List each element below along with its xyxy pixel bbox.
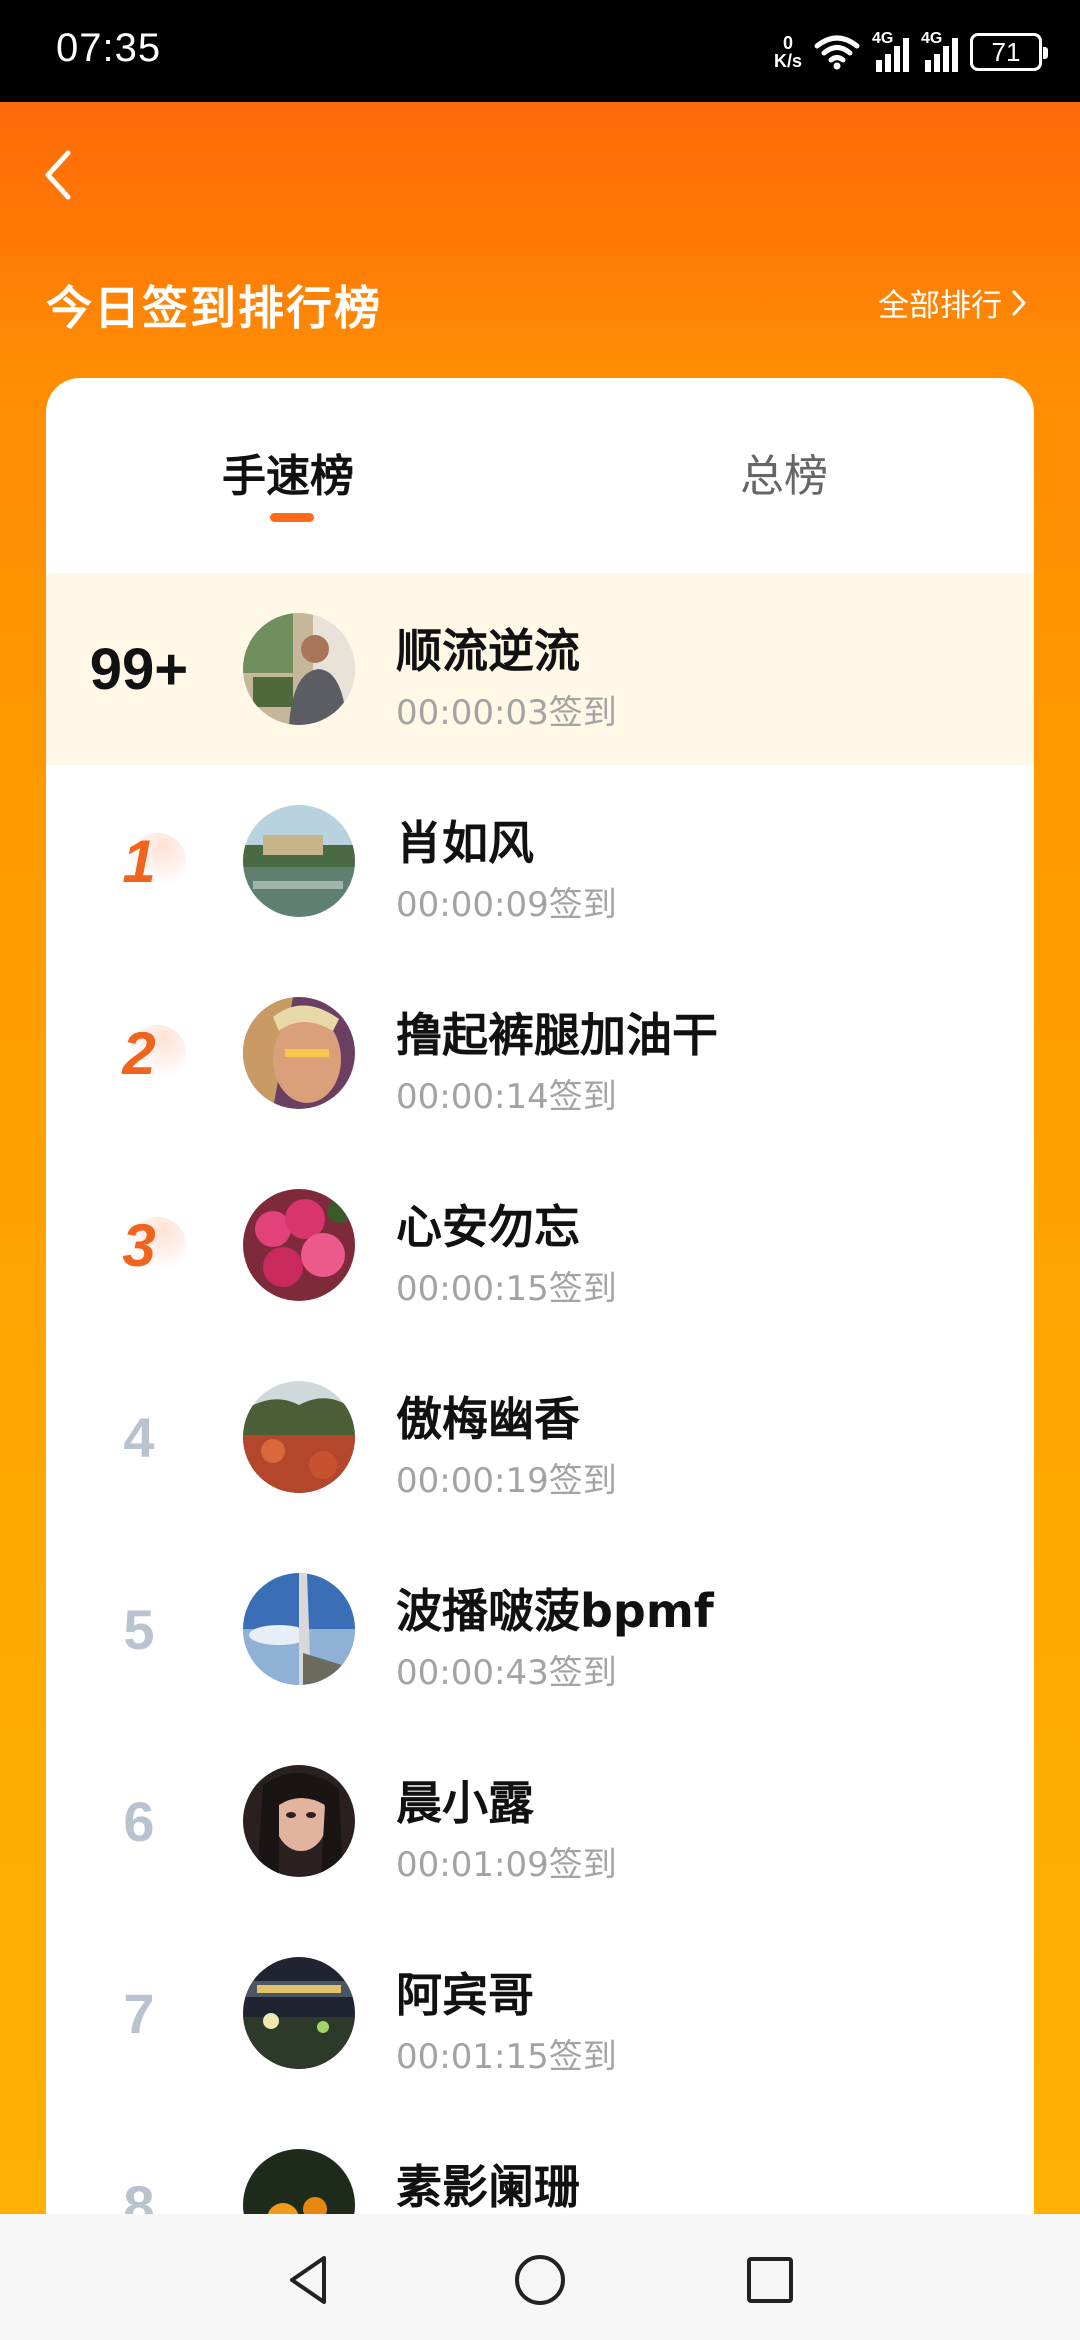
checkin-time: 00:00:19签到 — [396, 1461, 617, 1501]
avatar[interactable] — [243, 1189, 355, 1301]
user-name: 晨小露 — [396, 1776, 534, 1830]
signal-icon: 4G — [872, 30, 909, 72]
avatar[interactable] — [243, 805, 355, 917]
ranking-card: 手速榜 总榜 99+ 顺流逆流 00:00:03签到 1 肖如风 00:00:0… — [46, 378, 1034, 2214]
user-name: 肖如风 — [396, 816, 534, 870]
all-rank-label: 全部排行 — [878, 288, 1002, 324]
rank-number: 4 — [123, 1405, 155, 1469]
my-rank-row[interactable]: 99+ 顺流逆流 00:00:03签到 — [46, 573, 1034, 765]
user-name: 心安勿忘 — [396, 1200, 580, 1254]
rank-number: 2 — [46, 957, 232, 1149]
wifi-icon — [814, 35, 860, 70]
rank-number: 5 — [123, 1597, 155, 1661]
tab-active-indicator — [270, 513, 314, 522]
rank-row[interactable]: 2 撸起裤腿加油干 00:00:14签到 — [46, 957, 1034, 1149]
avatar[interactable] — [243, 1381, 355, 1493]
avatar[interactable] — [243, 1765, 355, 1877]
rank-row[interactable]: 5 波播啵菠bpmf 00:00:43签到 — [46, 1533, 1034, 1725]
square-recents-icon[interactable] — [740, 2250, 800, 2310]
battery-level: 71 — [991, 36, 1021, 67]
avatar[interactable] — [243, 1573, 355, 1685]
rank-row[interactable]: 3 心安勿忘 00:00:15签到 — [46, 1149, 1034, 1341]
user-name: 傲梅幽香 — [396, 1392, 580, 1446]
circle-home-icon[interactable] — [510, 2250, 570, 2310]
rank-number: 1 — [46, 765, 232, 957]
system-nav-bar — [0, 2214, 1080, 2340]
triangle-back-icon[interactable] — [280, 2250, 340, 2310]
tab-bar: 手速榜 总榜 — [46, 378, 1034, 573]
tab-speed-ranking[interactable]: 手速榜 — [222, 440, 354, 504]
rank-number-text: 1 — [122, 827, 156, 895]
checkin-time: 00:00:14签到 — [396, 1077, 617, 1117]
tab-total-ranking[interactable]: 总榜 — [740, 440, 828, 504]
rank-row[interactable]: 6 晨小露 00:01:09签到 — [46, 1725, 1034, 1917]
status-time: 07:35 — [56, 26, 162, 70]
chevron-right-icon — [1012, 290, 1026, 315]
rank-row[interactable]: 7 阿宾哥 00:01:15签到 — [46, 1917, 1034, 2109]
rank-number: 7 — [123, 1981, 155, 2045]
avatar[interactable] — [243, 613, 355, 725]
checkin-time: 00:00:43签到 — [396, 1653, 617, 1693]
user-name: 顺流逆流 — [396, 624, 580, 678]
net-speed-value: 0 — [782, 33, 793, 53]
checkin-time: 00:01:09签到 — [396, 1845, 617, 1885]
status-bar: 07:35 0 K/s 4G 4G 71 — [0, 0, 1080, 102]
checkin-time: 00:00:03签到 — [396, 693, 617, 733]
section-title: 今日签到排行榜 — [46, 281, 382, 335]
signal-1-label: 4G — [872, 30, 894, 47]
rank-number: 6 — [123, 1789, 155, 1853]
avatar[interactable] — [243, 1957, 355, 2069]
chevron-left-icon[interactable] — [38, 145, 78, 205]
signal-icon: 4G — [921, 30, 958, 72]
rank-row[interactable]: 8 素影阑珊 — [46, 2109, 1034, 2214]
all-rank-link[interactable]: 全部排行 — [878, 280, 1028, 325]
user-name: 波播啵菠bpmf — [396, 1584, 714, 1638]
user-name: 素影阑珊 — [396, 2160, 580, 2214]
avatar[interactable] — [243, 997, 355, 1109]
user-name: 撸起裤腿加油干 — [396, 1008, 718, 1062]
battery-icon: 71 — [970, 33, 1048, 71]
signal-2-label: 4G — [921, 30, 943, 47]
status-icons: 0 K/s 4G 4G 71 — [774, 24, 1048, 80]
rank-number: 8 — [123, 2173, 155, 2215]
rank-row[interactable]: 1 肖如风 00:00:09签到 — [46, 765, 1034, 957]
avatar[interactable] — [243, 2149, 355, 2214]
rank-number: 3 — [46, 1149, 232, 1341]
checkin-time: 00:00:09签到 — [396, 885, 617, 925]
rank-number-text: 2 — [122, 1019, 156, 1087]
checkin-time: 00:01:15签到 — [396, 2037, 617, 2077]
net-speed: 0 K/s — [774, 34, 802, 70]
net-speed-unit: K/s — [773, 51, 802, 71]
checkin-time: 00:00:15签到 — [396, 1269, 617, 1309]
rank-row[interactable]: 4 傲梅幽香 00:00:19签到 — [46, 1341, 1034, 1533]
rank-number: 99+ — [89, 636, 189, 702]
user-name: 阿宾哥 — [396, 1968, 534, 2022]
ranking-list: 99+ 顺流逆流 00:00:03签到 1 肖如风 00:00:09签到 2 撸… — [46, 573, 1034, 2214]
rank-number-text: 3 — [122, 1211, 156, 1279]
